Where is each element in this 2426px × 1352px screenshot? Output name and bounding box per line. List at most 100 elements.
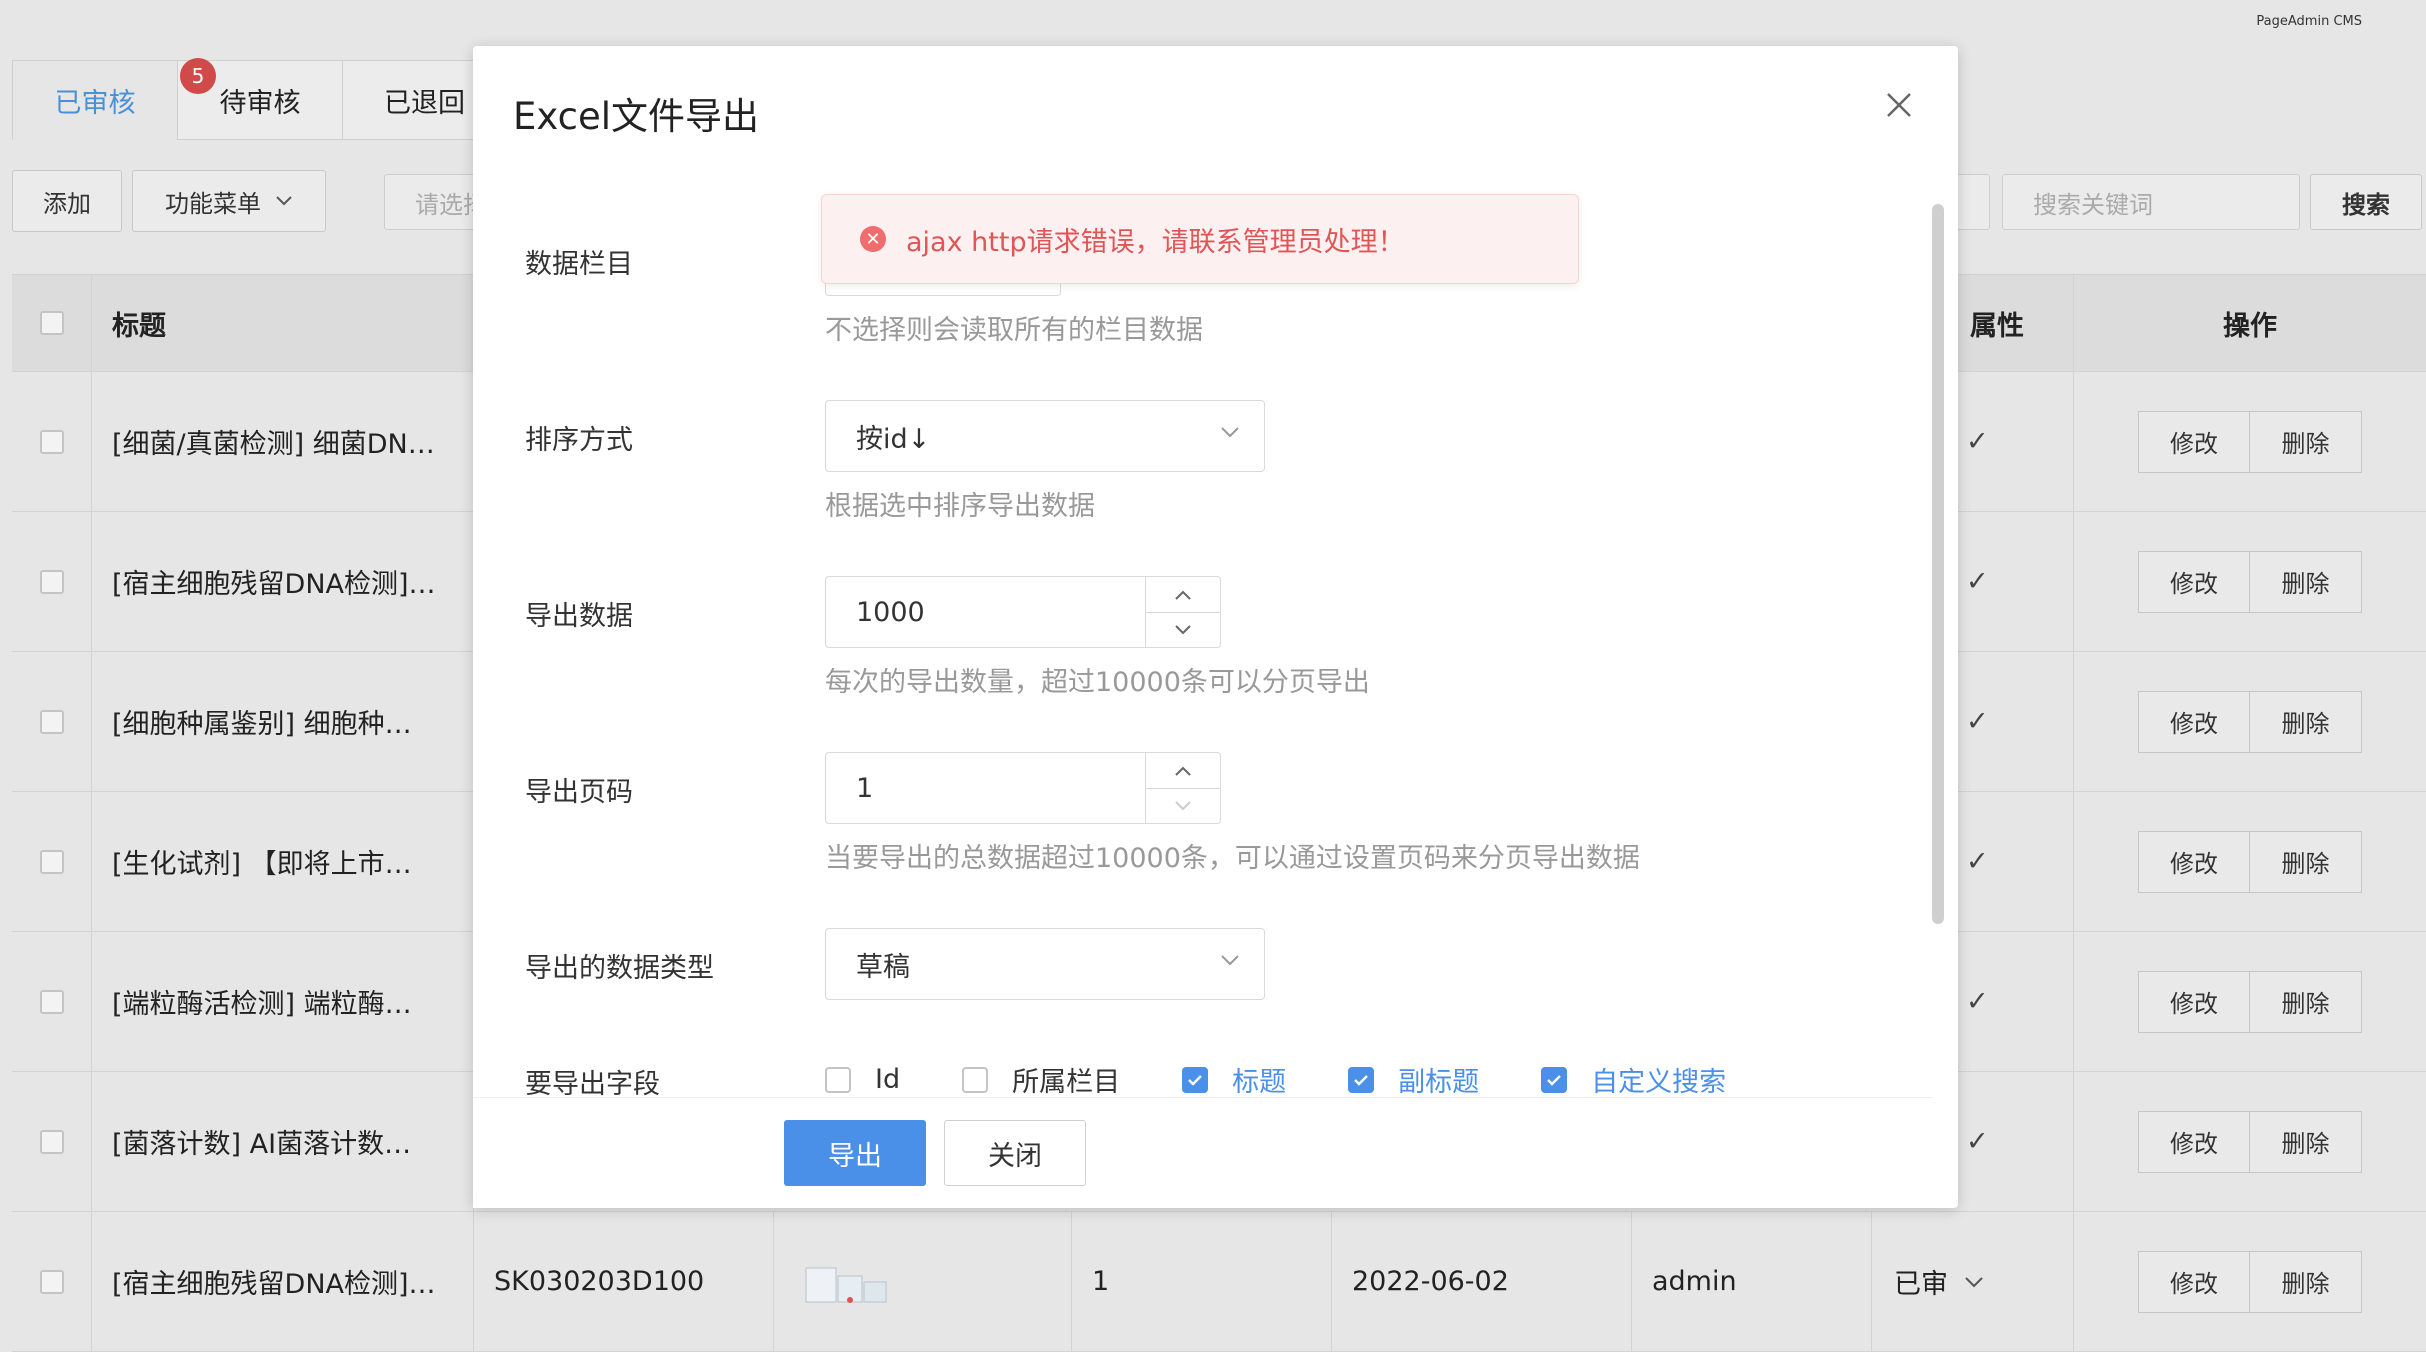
page-hint: 当要导出的总数据超过10000条，可以通过设置页码来分页导出数据 xyxy=(825,843,1640,874)
chevron-down-icon xyxy=(1965,1276,1983,1287)
checkbox-box xyxy=(962,1066,989,1093)
increment-button[interactable] xyxy=(1146,577,1220,613)
error-icon: ✕ xyxy=(860,226,886,252)
export-field-checkbox[interactable]: 自定义搜索 xyxy=(1541,1060,1726,1099)
table-row: [宿主细胞残留DNA检测]… SK030203D100 1 2022-06-02 adm… xyxy=(12,1212,2426,1352)
edit-button[interactable]: 修改 xyxy=(2138,1250,2250,1313)
sort-hint: 根据选中排序导出数据 xyxy=(825,491,1095,522)
row-title[interactable]: [宿主细胞残留DNA检测]… xyxy=(92,1212,474,1351)
row-checkbox[interactable] xyxy=(39,569,64,594)
sort-label: 排序方式 xyxy=(525,425,633,456)
delete-button[interactable]: 删除 xyxy=(2250,690,2362,753)
page-input[interactable]: 1 xyxy=(825,752,1221,824)
error-alert: ✕ ajax http请求错误，请联系管理员处理！ xyxy=(821,194,1579,284)
chevron-down-icon xyxy=(1221,955,1239,966)
checkbox-box xyxy=(1541,1066,1568,1093)
chevron-down-icon xyxy=(1221,427,1239,438)
error-message: ajax http请求错误，请联系管理员处理！ xyxy=(906,226,1405,258)
delete-button[interactable]: 删除 xyxy=(2250,550,2362,613)
column-label: 数据栏目 xyxy=(525,249,633,280)
page-label: 导出页码 xyxy=(525,777,633,808)
checkbox-label: 自定义搜索 xyxy=(1591,1067,1727,1098)
select-all-checkbox[interactable] xyxy=(39,311,64,335)
excel-export-dialog: Excel文件导出 数据栏目 不选择则会读取所有的栏目数据 排序方式 按id↓ … xyxy=(473,46,1958,1208)
type-select[interactable]: 草稿 xyxy=(825,928,1265,1000)
checkbox-box xyxy=(825,1066,851,1093)
row-checkbox[interactable] xyxy=(39,709,64,734)
edit-button[interactable]: 修改 xyxy=(2138,830,2250,893)
delete-button[interactable]: 删除 xyxy=(2250,970,2362,1033)
checkbox-label: 标题 xyxy=(1232,1067,1287,1098)
export-fields-group: Id 所属栏目 标题 副标题 自定义搜索 xyxy=(825,1060,1788,1099)
function-menu-label: 功能菜单 xyxy=(165,189,261,218)
row-checkbox[interactable] xyxy=(39,429,64,454)
search-button[interactable]: 搜索 xyxy=(2310,174,2422,230)
row-attr-check: ✓ xyxy=(1958,1072,2074,1211)
add-button[interactable]: 添加 xyxy=(12,170,122,232)
header-title: 标题 xyxy=(92,275,474,371)
pending-count-badge: 5 xyxy=(180,58,216,94)
export-button[interactable]: 导出 xyxy=(784,1120,926,1186)
row-attr-check: ✓ xyxy=(1958,512,2074,651)
row-attr-check: ✓ xyxy=(1958,372,2074,511)
export-field-checkbox[interactable]: Id xyxy=(825,1064,900,1095)
row-title[interactable]: [细胞种属鉴别] 细胞种… xyxy=(92,652,474,791)
dialog-scrollbar[interactable] xyxy=(1932,156,1944,1086)
header-attr: 属性 xyxy=(1958,275,2074,371)
checkmark-icon xyxy=(1188,1074,1202,1086)
brand-label: PageAdmin CMS xyxy=(2256,14,2362,29)
row-title[interactable]: [菌落计数] AI菌落计数… xyxy=(92,1072,474,1211)
fields-label: 要导出字段 xyxy=(525,1069,660,1100)
export-field-checkbox[interactable]: 副标题 xyxy=(1348,1060,1479,1099)
chevron-up-icon xyxy=(1175,590,1191,600)
chevron-down-icon xyxy=(1175,800,1191,810)
chevron-down-icon xyxy=(276,196,292,206)
row-date: 2022-06-02 xyxy=(1332,1212,1632,1351)
scrollbar-thumb[interactable] xyxy=(1932,204,1944,924)
edit-button[interactable]: 修改 xyxy=(2138,550,2250,613)
checkbox-label: Id xyxy=(875,1064,901,1095)
edit-button[interactable]: 修改 xyxy=(2138,1110,2250,1173)
header-ops: 操作 xyxy=(2223,310,2277,342)
edit-button[interactable]: 修改 xyxy=(2138,970,2250,1033)
checkmark-icon xyxy=(1547,1074,1561,1086)
delete-button[interactable]: 删除 xyxy=(2250,1110,2362,1173)
row-checkbox[interactable] xyxy=(39,989,64,1014)
tab-pending-label: 待审核 xyxy=(219,87,301,119)
export-field-checkbox[interactable]: 所属栏目 xyxy=(962,1060,1120,1099)
row-title[interactable]: [生化试剂] 【即将上市… xyxy=(92,792,474,931)
row-status: 已审 xyxy=(1894,1269,1948,1300)
sort-select[interactable]: 按id↓ xyxy=(825,400,1265,472)
row-title[interactable]: [宿主细胞残留DNA检测]… xyxy=(92,512,474,651)
row-checkbox[interactable] xyxy=(39,1129,64,1154)
row-number: 1 xyxy=(1072,1212,1332,1351)
decrement-button[interactable] xyxy=(1146,612,1220,647)
decrement-button[interactable] xyxy=(1146,788,1220,823)
count-input[interactable]: 1000 xyxy=(825,576,1221,648)
edit-button[interactable]: 修改 xyxy=(2138,410,2250,473)
close-icon[interactable] xyxy=(1882,88,1916,122)
row-status-select[interactable]: 已审 xyxy=(1872,1212,2074,1351)
column-hint: 不选择则会读取所有的栏目数据 xyxy=(825,315,1203,346)
count-value: 1000 xyxy=(856,596,925,628)
delete-button[interactable]: 删除 xyxy=(2250,830,2362,893)
row-attr-check: ✓ xyxy=(1958,792,2074,931)
checkbox-label: 副标题 xyxy=(1398,1067,1480,1098)
delete-button[interactable]: 删除 xyxy=(2250,410,2362,473)
checkbox-box xyxy=(1182,1066,1209,1093)
search-input[interactable]: 搜索关键词 xyxy=(2002,174,2300,230)
chevron-down-icon xyxy=(1175,624,1191,634)
row-checkbox[interactable] xyxy=(39,1269,64,1294)
edit-button[interactable]: 修改 xyxy=(2138,690,2250,753)
function-menu-button[interactable]: 功能菜单 xyxy=(132,170,326,232)
close-button[interactable]: 关闭 xyxy=(944,1120,1086,1186)
row-checkbox[interactable] xyxy=(39,849,64,874)
row-title[interactable]: [细菌/真菌检测] 细菌DN… xyxy=(92,372,474,511)
row-attr-check: ✓ xyxy=(1958,932,2074,1071)
export-field-checkbox[interactable]: 标题 xyxy=(1182,1060,1286,1099)
row-title[interactable]: [端粒酶活检测] 端粒酶… xyxy=(92,932,474,1071)
increment-button[interactable] xyxy=(1146,753,1220,789)
status-tabs: 已审核 待审核 已退回 5 xyxy=(12,58,507,140)
delete-button[interactable]: 删除 xyxy=(2250,1250,2362,1313)
tab-approved[interactable]: 已审核 xyxy=(12,60,177,140)
